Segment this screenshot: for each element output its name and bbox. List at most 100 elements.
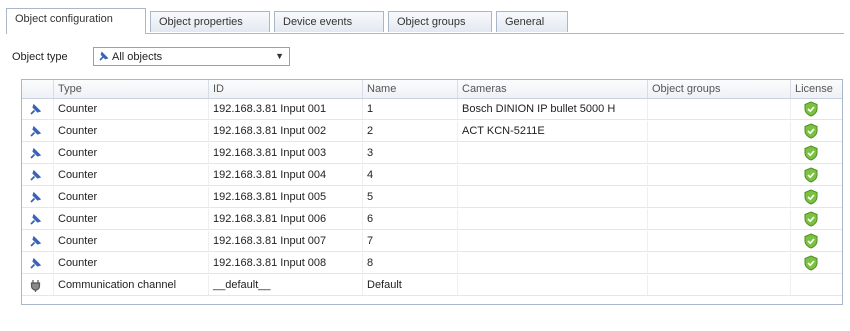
cell-id: 192.168.3.81 Input 001 xyxy=(209,99,363,119)
cell-object-groups xyxy=(648,143,791,163)
header-selector[interactable] xyxy=(22,80,54,98)
pin-icon xyxy=(99,51,109,61)
cell-type: Counter xyxy=(54,209,209,229)
objects-table: Type ID Name Cameras Object groups Licen… xyxy=(21,79,843,305)
header-object-groups[interactable]: Object groups xyxy=(648,80,791,98)
cell-license xyxy=(791,143,842,163)
license-shield-icon xyxy=(804,123,818,139)
cell-type: Counter xyxy=(54,99,209,119)
cell-license xyxy=(791,209,842,229)
row-icon-cell xyxy=(22,275,54,295)
cell-cameras xyxy=(458,275,648,295)
table-row[interactable]: Counter 192.168.3.81 Input 008 8 xyxy=(22,253,842,274)
cell-license xyxy=(791,253,842,273)
cell-cameras: ACT KCN-5211E xyxy=(458,121,648,141)
table-row[interactable]: Counter 192.168.3.81 Input 006 6 xyxy=(22,209,842,230)
row-icon-cell xyxy=(22,99,54,119)
header-cameras[interactable]: Cameras xyxy=(458,80,648,98)
license-shield-icon xyxy=(804,145,818,161)
cell-id: 192.168.3.81 Input 006 xyxy=(209,209,363,229)
pin-icon xyxy=(30,235,42,247)
table-row[interactable]: Communication channel __default__ Default xyxy=(22,275,842,296)
cell-id: 192.168.3.81 Input 002 xyxy=(209,121,363,141)
plug-icon xyxy=(30,280,41,292)
row-icon-cell xyxy=(22,187,54,207)
cell-id: 192.168.3.81 Input 007 xyxy=(209,231,363,251)
header-type[interactable]: Type xyxy=(54,80,209,98)
pin-icon xyxy=(30,125,42,137)
tab-device-events[interactable]: Device events xyxy=(274,11,384,32)
pin-icon xyxy=(30,257,42,269)
object-type-selected: All objects xyxy=(112,51,163,63)
cell-license xyxy=(791,165,842,185)
pin-icon xyxy=(30,169,42,181)
cell-object-groups xyxy=(648,99,791,119)
pin-icon xyxy=(30,191,42,203)
cell-object-groups xyxy=(648,275,791,295)
cell-name: 6 xyxy=(363,209,458,229)
cell-id: 192.168.3.81 Input 004 xyxy=(209,165,363,185)
cell-license xyxy=(791,99,842,119)
cell-license xyxy=(791,231,842,251)
header-id[interactable]: ID xyxy=(209,80,363,98)
table-row[interactable]: Counter 192.168.3.81 Input 007 7 xyxy=(22,231,842,252)
tab-general[interactable]: General xyxy=(496,11,568,32)
cell-name: 8 xyxy=(363,253,458,273)
table-header: Type ID Name Cameras Object groups Licen… xyxy=(22,80,842,99)
cell-name: Default xyxy=(363,275,458,295)
cell-object-groups xyxy=(648,209,791,229)
cell-cameras xyxy=(458,165,648,185)
cell-license xyxy=(791,275,842,295)
row-icon-cell xyxy=(22,165,54,185)
row-icon-cell xyxy=(22,209,54,229)
license-shield-icon xyxy=(804,189,818,205)
cell-name: 5 xyxy=(363,187,458,207)
cell-license xyxy=(791,121,842,141)
cell-object-groups xyxy=(648,165,791,185)
cell-type: Counter xyxy=(54,231,209,251)
license-shield-icon xyxy=(804,255,818,271)
cell-cameras xyxy=(458,253,648,273)
cell-id: __default__ xyxy=(209,275,363,295)
cell-type: Counter xyxy=(54,143,209,163)
header-license[interactable]: License xyxy=(791,80,842,98)
row-icon-cell xyxy=(22,253,54,273)
cell-type: Counter xyxy=(54,165,209,185)
cell-cameras xyxy=(458,187,648,207)
cell-object-groups xyxy=(648,231,791,251)
cell-cameras xyxy=(458,209,648,229)
table-row[interactable]: Counter 192.168.3.81 Input 003 3 xyxy=(22,143,842,164)
cell-type: Communication channel xyxy=(54,275,209,295)
cell-id: 192.168.3.81 Input 005 xyxy=(209,187,363,207)
header-name[interactable]: Name xyxy=(363,80,458,98)
tab-object-configuration[interactable]: Object configuration xyxy=(6,8,146,34)
row-icon-cell xyxy=(22,143,54,163)
cell-object-groups xyxy=(648,187,791,207)
cell-type: Counter xyxy=(54,121,209,141)
chevron-down-icon[interactable]: ▼ xyxy=(275,51,284,61)
pin-icon xyxy=(30,103,42,115)
row-icon-cell xyxy=(22,121,54,141)
license-shield-icon xyxy=(804,211,818,227)
license-shield-icon xyxy=(804,167,818,183)
license-shield-icon xyxy=(804,101,818,117)
cell-id: 192.168.3.81 Input 003 xyxy=(209,143,363,163)
tab-object-groups[interactable]: Object groups xyxy=(388,11,492,32)
table-row[interactable]: Counter 192.168.3.81 Input 002 2 ACT KCN-52… xyxy=(22,121,842,142)
cell-type: Counter xyxy=(54,187,209,207)
table-row[interactable]: Counter 192.168.3.81 Input 005 5 xyxy=(22,187,842,208)
tab-strip: Object configuration Object properties D… xyxy=(6,8,844,34)
cell-name: 3 xyxy=(363,143,458,163)
cell-name: 4 xyxy=(363,165,458,185)
object-type-select[interactable]: All objects ▼ xyxy=(93,47,290,66)
table-row[interactable]: Counter 192.168.3.81 Input 004 4 xyxy=(22,165,842,186)
table-row[interactable]: Counter 192.168.3.81 Input 001 1 Bosch DINI… xyxy=(22,99,842,120)
cell-cameras: Bosch DINION IP bullet 5000 H xyxy=(458,99,648,119)
cell-name: 2 xyxy=(363,121,458,141)
pin-icon xyxy=(30,147,42,159)
cell-id: 192.168.3.81 Input 008 xyxy=(209,253,363,273)
cell-type: Counter xyxy=(54,253,209,273)
cell-object-groups xyxy=(648,253,791,273)
row-icon-cell xyxy=(22,231,54,251)
tab-object-properties[interactable]: Object properties xyxy=(150,11,270,32)
